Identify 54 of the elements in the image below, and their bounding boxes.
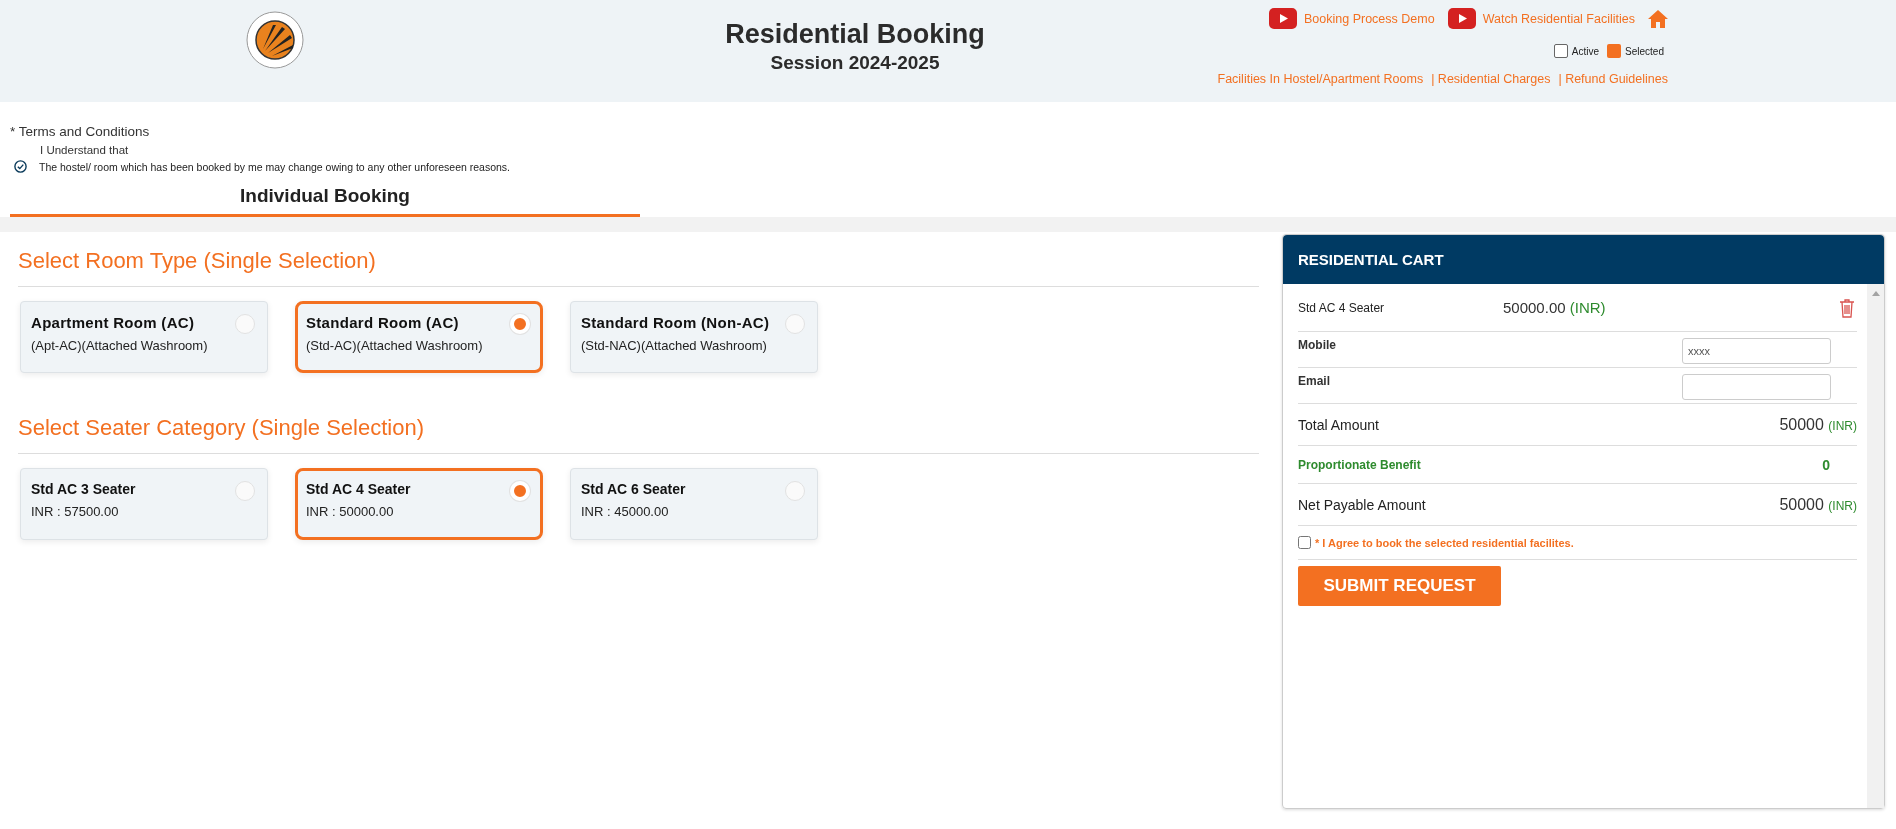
scroll-up-icon[interactable]	[1871, 291, 1880, 296]
benefit-value: 0	[1822, 456, 1830, 473]
cart-title: RESIDENTIAL CART	[1283, 235, 1884, 284]
option-title: Std AC 6 Seater	[581, 481, 686, 497]
terms-title: * Terms and Conditions	[10, 124, 151, 139]
option-subtitle: (Std-NAC)(Attached Washroom)	[581, 338, 768, 353]
trash-icon[interactable]	[1839, 297, 1855, 318]
radio-button[interactable]	[785, 481, 805, 501]
field-label: Email	[1298, 374, 1331, 388]
item-name: Std AC 4 Seater	[1298, 300, 1386, 315]
play-icon[interactable]	[1447, 8, 1476, 29]
option-subtitle: INR : 50000.00	[306, 504, 395, 519]
option-subtitle: (Std-AC)(Attached Washroom)	[306, 338, 483, 353]
page-title: Residential Booking	[725, 19, 985, 50]
play-icon[interactable]	[1269, 8, 1297, 29]
option-title: Std AC 4 Seater	[306, 481, 411, 497]
scrollbar[interactable]	[1867, 284, 1884, 808]
logo-icon	[246, 11, 304, 69]
option-subtitle: (Apt-AC)(Attached Washroom)	[31, 338, 208, 353]
section-heading: Select Seater Category (Single Selection)	[18, 415, 425, 441]
legend-label: Active	[1571, 45, 1600, 57]
radio-button[interactable]	[785, 314, 805, 334]
radio-button[interactable]	[235, 481, 255, 501]
benefit-label: Proportionate Benefit	[1298, 457, 1421, 472]
agree-checkbox[interactable]	[1298, 536, 1311, 549]
option-title: Apartment Room (AC)	[31, 314, 196, 331]
check-circle-icon	[14, 160, 27, 173]
option-subtitle: INR : 45000.00	[581, 504, 670, 519]
option-title: Standard Room (AC)	[306, 314, 460, 331]
section-heading: Select Room Type (Single Selection)	[18, 248, 377, 274]
home-icon[interactable]	[1648, 8, 1668, 29]
input-field[interactable]: xxxx	[1682, 338, 1831, 364]
option-title: Standard Room (Non-AC)	[581, 314, 770, 331]
session-subtitle: Session 2024-2025	[770, 52, 940, 74]
amount-value: 50000 (INR)	[1779, 415, 1857, 434]
total-label: Total Amount	[1298, 416, 1379, 433]
option-card[interactable]: Standard Room (Non-AC) (Std-NAC)(Attached Washroom)	[570, 301, 818, 373]
option-card[interactable]: Apartment Room (AC) (Apt-AC)(Attached Washroom)	[20, 301, 268, 373]
field-label: Mobile	[1298, 338, 1337, 352]
option-card[interactable]: Standard Room (AC) (Std-AC)(Attached Washroom)	[295, 301, 543, 373]
radio-button[interactable]	[235, 314, 255, 334]
option-subtitle: INR : 57500.00	[31, 504, 120, 519]
terms-text: The hostel/ room which has been booked by me may change owing to any other unforeseen reasons.	[39, 160, 511, 173]
legend-label: Selected	[1625, 45, 1664, 57]
input-field[interactable]	[1682, 374, 1831, 400]
option-card[interactable]: Std AC 3 Seater INR : 57500.00	[20, 468, 268, 540]
net-label: Net Payable Amount	[1298, 496, 1426, 513]
option-card[interactable]: Std AC 6 Seater INR : 45000.00	[570, 468, 818, 540]
agree-text: * I Agree to book the selected residential facilites.	[1315, 536, 1574, 549]
option-card[interactable]: Std AC 4 Seater INR : 50000.00	[295, 468, 543, 540]
amount-value: 50000 (INR)	[1779, 495, 1857, 514]
terms-intro: I Understand that	[40, 144, 130, 156]
option-title: Std AC 3 Seater	[31, 481, 136, 497]
item-amount: 50000.00 (INR)	[1503, 299, 1607, 316]
